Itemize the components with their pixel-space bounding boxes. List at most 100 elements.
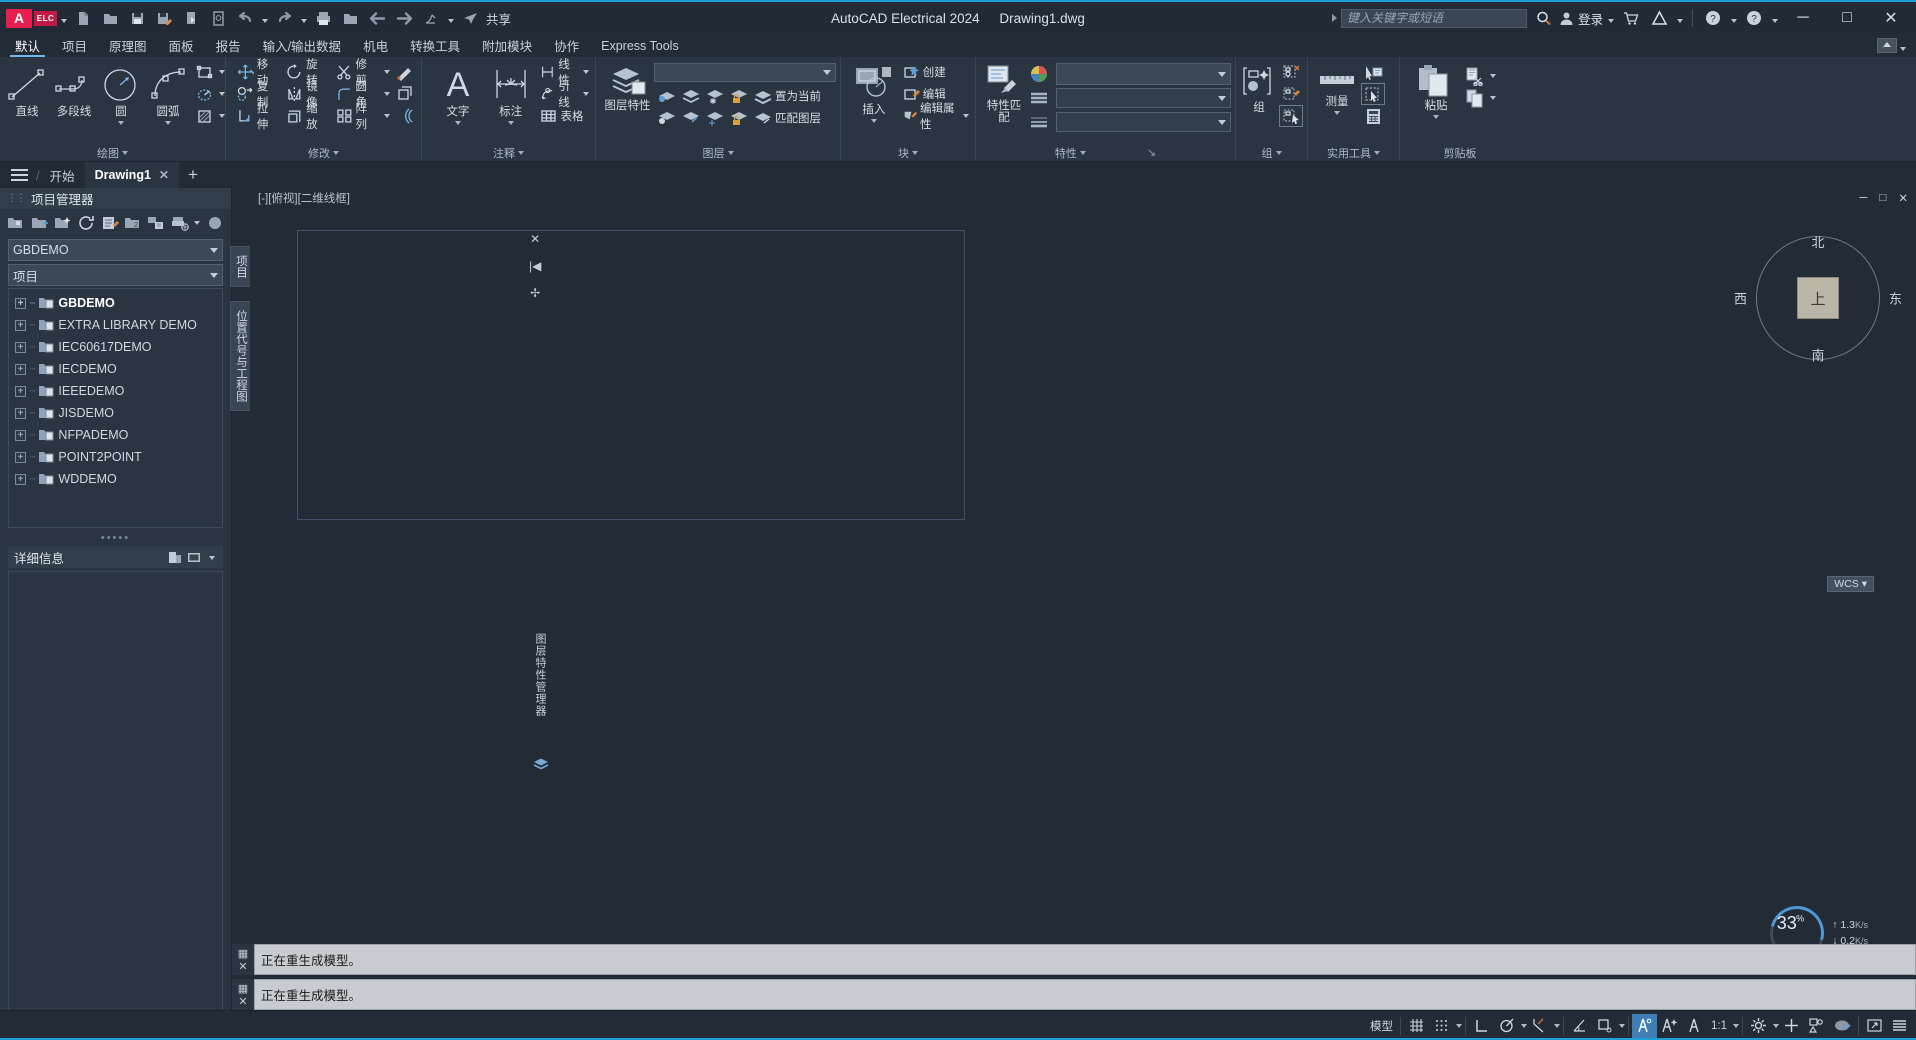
select-all-icon[interactable] (1361, 83, 1385, 105)
ribbon-tab-collaborate[interactable]: 协作 (543, 34, 590, 57)
layer-select[interactable] (654, 63, 836, 82)
viewport-label[interactable]: [-][俯视][二维线框] (258, 190, 350, 206)
arrow-right-icon[interactable] (391, 5, 417, 31)
edit-attributes-caret[interactable] (962, 105, 971, 127)
wcs-selector[interactable]: WCS ▾ (1827, 576, 1874, 592)
expander-icon[interactable]: + (15, 408, 26, 419)
viewport-close-icon[interactable]: ✕ (530, 232, 540, 246)
cut-caret[interactable] (1487, 65, 1498, 87)
refresh-icon[interactable] (75, 212, 97, 235)
dimension-caret[interactable] (508, 121, 514, 125)
save-icon[interactable] (124, 5, 150, 31)
help-circle-icon[interactable]: ? (1700, 5, 1726, 31)
canvas[interactable]: ✕ |◀ ✢ 图层特性管理器 上 北 南 西 东 WCS ▾ (250, 208, 1916, 1040)
text-caret[interactable] (455, 121, 461, 125)
snap-caret[interactable] (1456, 1024, 1462, 1028)
autodesk-caret[interactable] (1674, 5, 1685, 31)
workspace-caret[interactable] (445, 5, 456, 31)
array-tool[interactable]: 阵列 (333, 105, 381, 127)
project-node-jisdemo[interactable]: +┄ JISDEMO (9, 402, 222, 424)
stretch-tool[interactable]: 拉伸 (234, 105, 282, 127)
dimension-tool[interactable]: 标注 (485, 61, 537, 125)
project-wizard-icon[interactable] (52, 212, 74, 235)
ribbon-tab-import-export[interactable]: 输入/输出数据 (252, 34, 352, 57)
expander-icon[interactable]: + (15, 452, 26, 463)
cart-icon[interactable] (1618, 5, 1644, 31)
plus-icon[interactable] (1779, 1014, 1804, 1038)
command-close-icon[interactable]: ✕ (238, 995, 247, 1008)
insert-caret[interactable] (871, 119, 877, 123)
close-icon[interactable]: ✕ (159, 168, 169, 182)
question-circle-icon[interactable]: ? (1741, 5, 1767, 31)
erase-icon[interactable] (393, 61, 417, 83)
arrow-left-icon[interactable] (364, 5, 390, 31)
side-tab-location[interactable]: 位置代号与工程图 (230, 301, 252, 411)
panel-title-group[interactable]: 组 (1236, 144, 1307, 161)
drag-handle-icon[interactable]: ⋮⋮ (7, 193, 25, 204)
trim-caret[interactable] (381, 61, 392, 83)
start-tab[interactable]: 开始 (40, 162, 85, 188)
circle-caret[interactable] (118, 121, 124, 125)
ribbon-tab-express-tools[interactable]: Express Tools (590, 34, 690, 57)
undo-caret[interactable] (259, 5, 270, 31)
layer-manager-icon[interactable] (533, 756, 549, 772)
grid-icon[interactable] (1404, 1014, 1429, 1038)
project-copy-icon[interactable]: 2 (122, 212, 144, 235)
leader-tool[interactable]: 引线 (537, 83, 581, 105)
panel-title-annotation[interactable]: 注释 (422, 144, 595, 161)
match-layer-tool[interactable]: 匹配图层 (750, 107, 824, 129)
project-node-point2point[interactable]: +┄ POINT2POINT (9, 446, 222, 468)
project-node-ieeedemo[interactable]: +┄ IEEEDEMO (9, 380, 222, 402)
new-file-icon[interactable] (70, 5, 96, 31)
rectangle-icon[interactable] (192, 61, 216, 83)
view-cube-south[interactable]: 南 (1811, 345, 1824, 364)
project-tree-header[interactable]: 项目 (8, 264, 223, 286)
polar-icon[interactable] (1494, 1014, 1519, 1038)
customization-menu-icon[interactable] (1887, 1014, 1912, 1038)
arc-caret[interactable] (165, 121, 171, 125)
ribbon-display-options-icon[interactable] (1877, 38, 1897, 53)
expander-icon[interactable]: + (15, 474, 26, 485)
fullscreen-icon[interactable] (1862, 1014, 1887, 1038)
expander-icon[interactable]: + (15, 320, 26, 331)
project-node-iec60617demo[interactable]: +┄ IEC60617DEMO (9, 336, 222, 358)
linetype-icon[interactable] (1027, 87, 1051, 109)
ribbon-tab-conversion-tools[interactable]: 转换工具 (399, 34, 471, 57)
copy-clip-caret[interactable] (1487, 87, 1498, 109)
command-input-2[interactable]: 正在重生成模型。 (254, 979, 1916, 1010)
panel-title-layers[interactable]: 图层 (596, 144, 840, 161)
viewport-restore[interactable]: □ (1879, 192, 1886, 204)
project-node-extra-library-demo[interactable]: +┄ EXTRA LIBRARY DEMO (9, 314, 222, 336)
layer-turn-on-icon[interactable] (654, 107, 678, 129)
ribbon-tab-panel[interactable]: 面板 (158, 34, 205, 57)
login-caret[interactable] (1605, 5, 1616, 31)
menu-icon[interactable] (2, 162, 36, 188)
offset-icon[interactable] (393, 105, 417, 127)
layer-properties-tool[interactable]: 图层特性 (602, 61, 653, 112)
share-label[interactable]: 共享 (486, 9, 511, 28)
fillet-caret[interactable] (381, 83, 392, 105)
project-list-icon[interactable] (98, 212, 120, 235)
command-close-icon[interactable]: ✕ (238, 960, 247, 973)
color-wheel-icon[interactable] (1027, 63, 1051, 85)
explode-icon[interactable] (393, 83, 417, 105)
viewport-pin-icon[interactable]: |◀ (529, 259, 541, 273)
match-properties-tool[interactable]: 特性匹配 (982, 61, 1026, 124)
project-select[interactable]: GBDEMO (8, 239, 223, 261)
view-cube-west[interactable]: 西 (1734, 289, 1747, 308)
paste-tool[interactable]: 粘贴 (1410, 61, 1462, 119)
layer-on-off-icon[interactable] (654, 85, 678, 107)
linetype-select[interactable] (1056, 88, 1231, 108)
search-input[interactable] (1341, 9, 1527, 28)
redo-caret[interactable] (298, 5, 309, 31)
workspace-icon[interactable] (418, 5, 444, 31)
minimize-button[interactable]: ─ (1782, 2, 1824, 34)
app-menu-caret[interactable] (58, 5, 69, 31)
expander-icon[interactable]: + (15, 342, 26, 353)
viewport-minimize[interactable]: ─ (1859, 192, 1867, 204)
autoscale-icon[interactable] (1657, 1014, 1682, 1038)
ribbon-tab-default[interactable]: 默认 (4, 34, 51, 57)
line-tool[interactable]: 直线 (4, 61, 50, 118)
create-block-tool[interactable]: 创建 (900, 61, 971, 83)
project-export-icon[interactable] (145, 212, 167, 235)
